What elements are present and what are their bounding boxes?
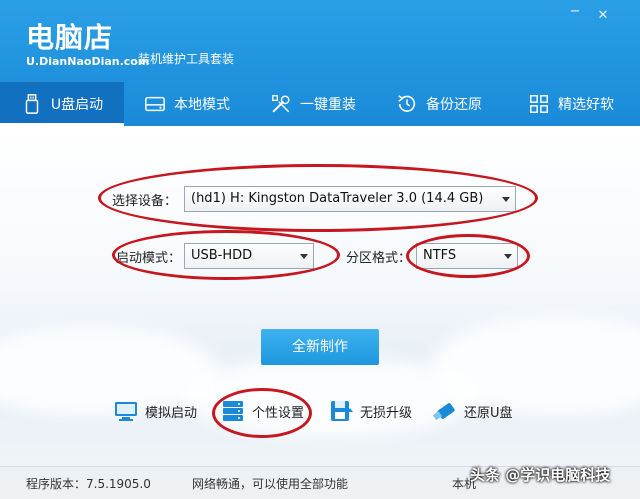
usb-drive-icon	[25, 94, 39, 114]
tab-label: 精选好软	[558, 97, 614, 113]
settings-server-icon	[223, 401, 243, 421]
boot-mode-label: 启动模式：	[116, 251, 182, 266]
monitor-icon	[115, 402, 137, 421]
boot-mode-select[interactable]: USB-HDD	[184, 243, 314, 269]
lossless-upgrade-button[interactable]: 无损升级	[328, 398, 412, 424]
tab-local-mode[interactable]: 本地模式	[124, 82, 250, 126]
tool-label: 无损升级	[360, 405, 413, 421]
tab-label: U盘启动	[50, 97, 104, 113]
restore-usb-button[interactable]: 还原U盘	[432, 398, 513, 424]
minimize-button[interactable]: −	[566, 4, 584, 19]
logo-url: U.DianNaoDian.com	[26, 55, 150, 68]
tool-label: 还原U盘	[464, 405, 513, 421]
partition-format-label: 分区格式：	[346, 251, 412, 266]
tab-backup-restore[interactable]: 备份还原	[376, 82, 502, 126]
main-tabs: U盘启动 本地模式 一键重装 备份还原 精选好软	[0, 82, 640, 126]
dropdown-arrow-icon	[300, 254, 308, 259]
tools-icon	[272, 95, 290, 113]
boot-mode-value: USB-HDD	[191, 248, 253, 263]
backup-restore-icon	[398, 95, 416, 112]
save-upgrade-icon	[331, 401, 353, 421]
dropdown-arrow-icon	[502, 197, 510, 202]
usb-restore-icon	[432, 403, 455, 421]
tool-label: 模拟启动	[145, 405, 198, 421]
header: 电脑店 U.DianNaoDian.com 装机维护工具套装 − ✕ U盘启动 …	[0, 0, 640, 126]
device-select-value: (hd1) H: Kingston DataTraveler 3.0 (14.4…	[191, 191, 484, 206]
device-label: 选择设备：	[112, 194, 178, 209]
tab-label: 备份还原	[426, 97, 482, 113]
simulate-boot-button[interactable]: 模拟启动	[113, 398, 197, 424]
tab-one-key-reinstall[interactable]: 一键重装	[250, 82, 376, 126]
tab-featured-software[interactable]: 精选好软	[502, 82, 640, 126]
apps-grid-icon	[530, 95, 548, 113]
partition-format-select[interactable]: NTFS	[416, 243, 518, 269]
personal-settings-button[interactable]: 个性设置	[220, 398, 304, 424]
network-status-text: 网络畅通，可以使用全部功能	[192, 477, 349, 491]
version-text: 程序版本：7.5.1905.0	[26, 477, 151, 491]
partition-format-value: NTFS	[423, 248, 457, 263]
device-select[interactable]: (hd1) H: Kingston DataTraveler 3.0 (14.4…	[184, 186, 516, 212]
tab-label: 本地模式	[174, 97, 230, 113]
app-window: 电脑店 U.DianNaoDian.com 装机维护工具套装 − ✕ U盘启动 …	[0, 0, 640, 499]
new-make-button[interactable]: 全新制作	[261, 329, 379, 365]
tab-label: 一键重装	[300, 97, 356, 113]
tab-usb-boot[interactable]: U盘启动	[0, 82, 124, 126]
main-panel: 选择设备： (hd1) H: Kingston DataTraveler 3.0…	[0, 126, 640, 466]
dropdown-arrow-icon	[504, 254, 512, 259]
watermark-text: 头条 @学识电脑科技	[470, 466, 611, 484]
hard-disk-icon	[145, 96, 165, 112]
close-button[interactable]: ✕	[594, 8, 612, 23]
tool-label: 个性设置	[252, 405, 305, 421]
logo-subtitle: 装机维护工具套装	[138, 52, 235, 66]
logo-title: 电脑店	[26, 21, 114, 54]
